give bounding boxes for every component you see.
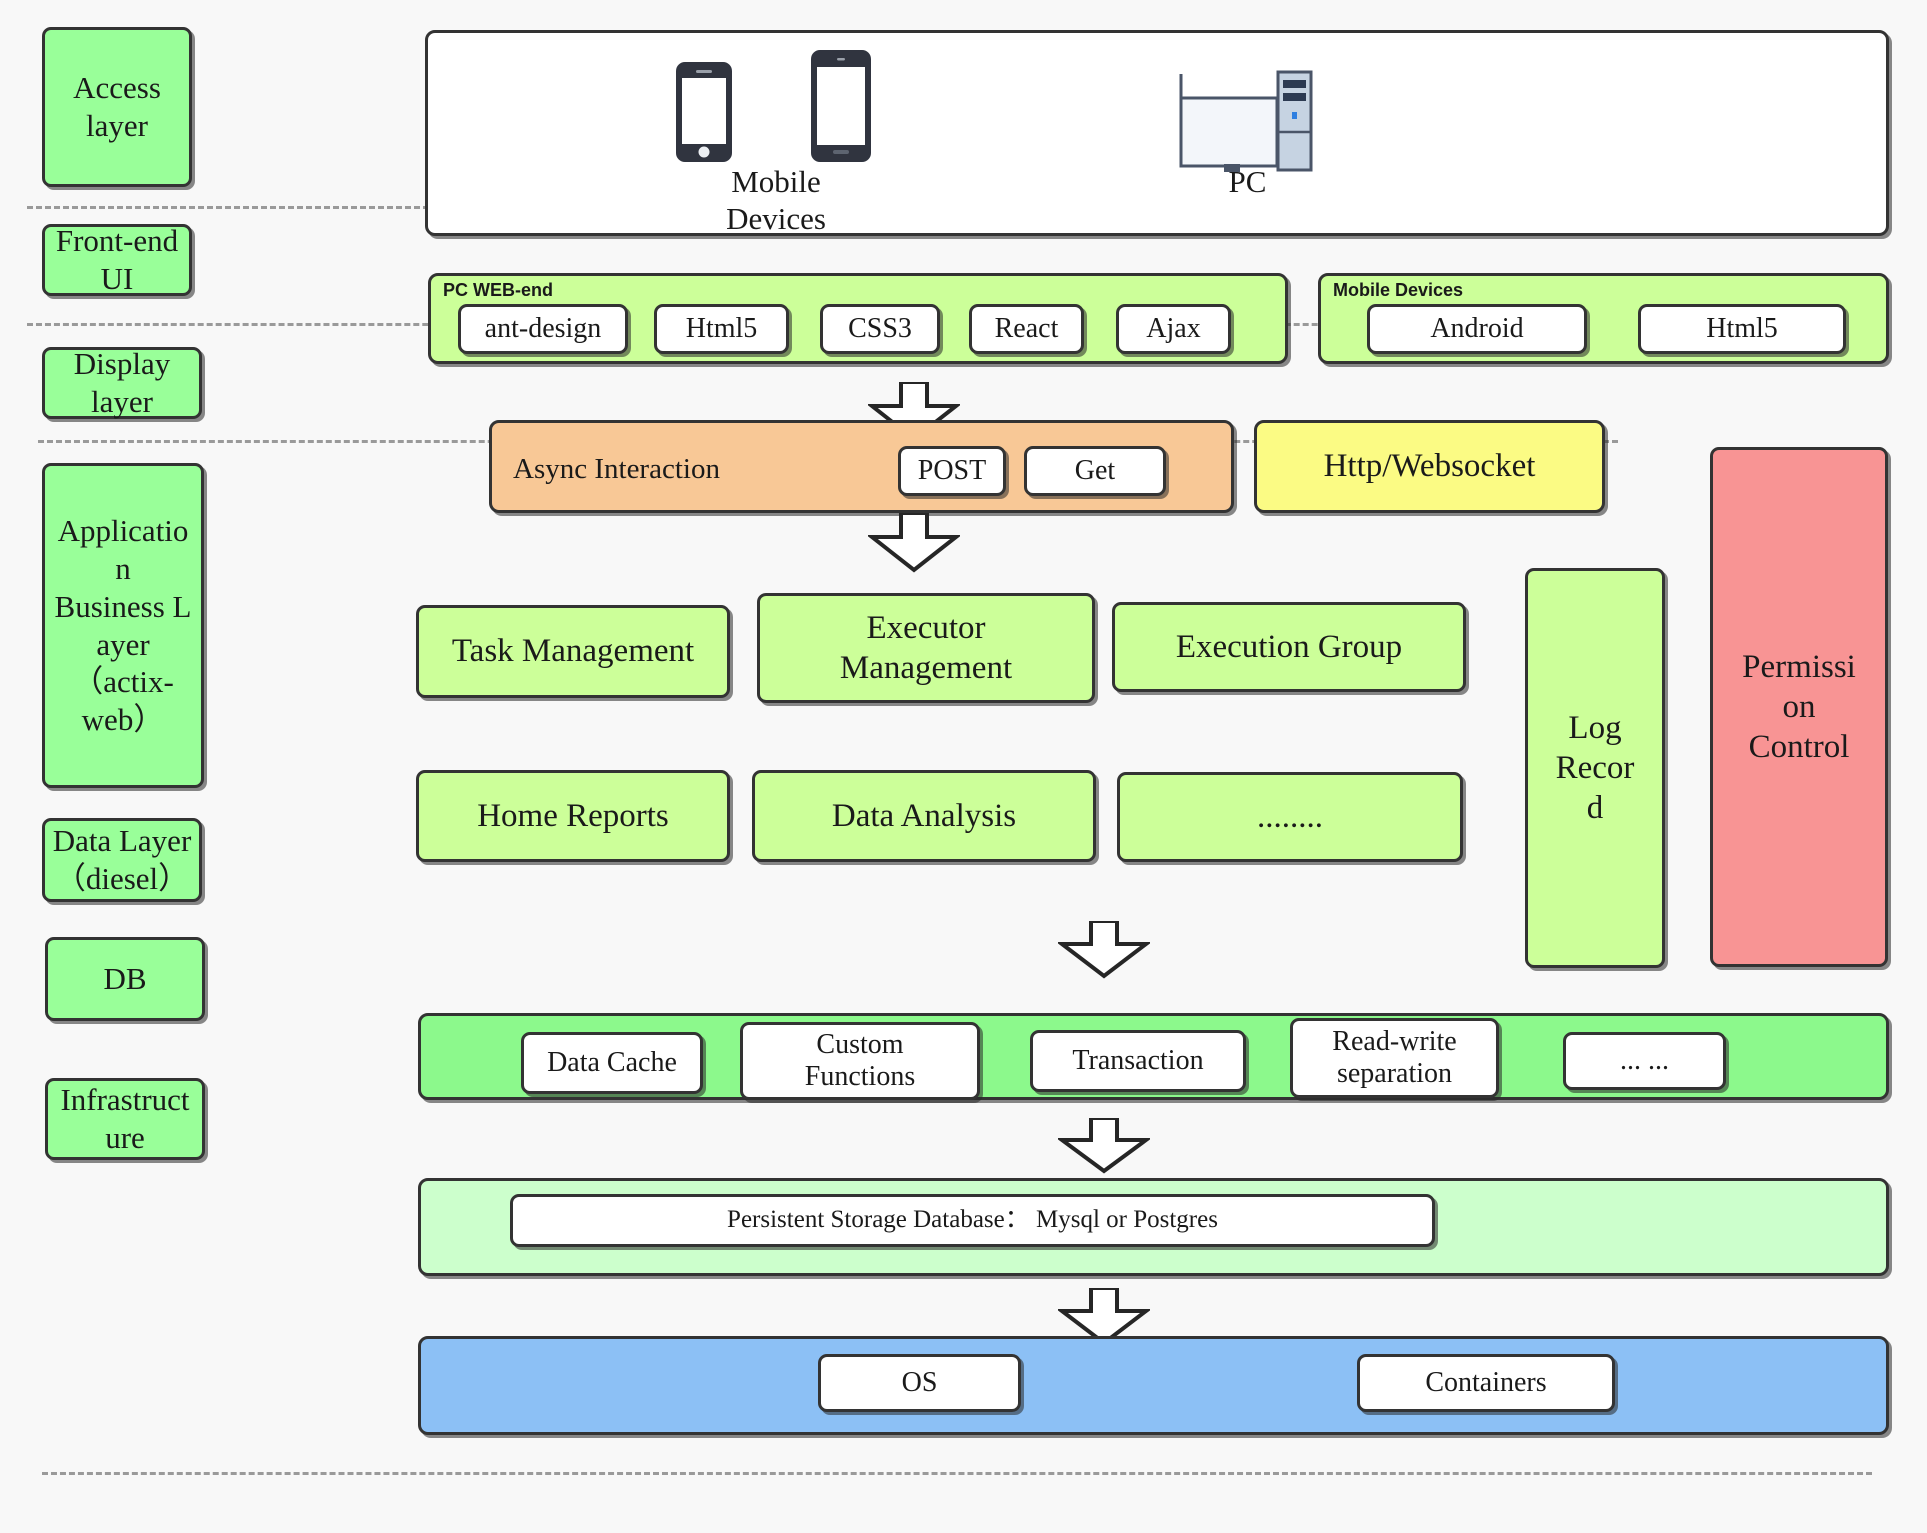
frontend-chip-ant-design[interactable]: ant-design [458,304,628,354]
layer-label-application-text: Applicatio n Business L ayer （actix- web… [54,513,192,738]
pc-web-end-group-title: PC WEB-end [443,280,553,301]
access-layer-panel [425,30,1889,236]
frontend-chip-react-label: React [994,312,1059,344]
arrow-application-to-data [1056,919,1152,984]
business-box-more-label: ........ [1257,798,1323,835]
frontend-chip-css3-label: CSS3 [848,312,912,344]
mobile-tablet-icon [811,50,871,167]
http-method-post-label: POST [917,454,987,486]
log-record-box-label: Log Recor d [1555,709,1635,827]
business-box-executor-management-label: Executor Management [839,609,1013,686]
business-box-task-management[interactable]: Task Management [416,605,730,698]
divider-bottom [42,1472,1872,1475]
frontend-chip-ajax-label: Ajax [1146,312,1201,344]
layer-label-display-text: Display layer [73,346,171,419]
mobile-phone-icon [676,62,732,167]
async-interaction-label-text: Async Interaction [513,453,720,485]
data-layer-chip-more-label: ... ... [1620,1044,1669,1076]
infrastructure-chip-containers[interactable]: Containers [1357,1354,1615,1412]
layer-label-data: Data Layer （diesel） [42,818,202,902]
data-layer-chip-read-write-separation-label: Read-write separation [1332,1025,1457,1089]
mobile-devices-caption-text: Mobile Devices [726,164,826,237]
layer-label-db-text: DB [103,961,147,997]
frontend-chip-mobile-html5-label: Html5 [1706,312,1778,344]
data-layer-chip-custom-functions[interactable]: Custom Functions [740,1022,980,1100]
infrastructure-chip-os-label: OS [901,1366,938,1398]
data-layer-chip-data-cache[interactable]: Data Cache [521,1032,703,1094]
layer-label-access: Access layer [42,27,192,187]
layer-label-frontend: Front-end UI [42,223,192,296]
pc-web-end-group-title-text: PC WEB-end [443,280,553,300]
frontend-chip-mobile-html5[interactable]: Html5 [1638,304,1846,354]
frontend-chip-react[interactable]: React [969,304,1084,354]
http-method-get[interactable]: Get [1024,446,1166,496]
infrastructure-chip-containers-label: Containers [1425,1366,1547,1398]
data-layer-chip-custom-functions-label: Custom Functions [804,1028,916,1092]
infrastructure-chip-os[interactable]: OS [818,1354,1021,1412]
mobile-devices-group-title-text: Mobile Devices [1333,280,1464,300]
layer-label-db: DB [45,937,205,1021]
protocol-box-label: Http/Websocket [1323,448,1536,485]
business-box-executor-management[interactable]: Executor Management [757,593,1095,703]
layer-label-frontend-text: Front-end UI [55,223,179,296]
permission-control-box-label: Permissi on Control [1742,648,1856,766]
frontend-chip-ant-design-label: ant-design [484,312,602,344]
data-layer-chip-transaction[interactable]: Transaction [1030,1030,1246,1092]
protocol-box: Http/Websocket [1254,420,1605,513]
business-box-execution-group[interactable]: Execution Group [1112,602,1466,692]
permission-control-box[interactable]: Permissi on Control [1710,447,1888,967]
http-method-post[interactable]: POST [898,446,1006,496]
frontend-chip-css3[interactable]: CSS3 [820,304,940,354]
http-method-get-label: Get [1074,454,1116,486]
pc-caption-text: PC [1228,164,1267,199]
business-box-task-management-label: Task Management [451,633,695,670]
layer-label-infrastructure: Infrastruct ure [45,1078,205,1160]
data-layer-chip-more[interactable]: ... ... [1563,1032,1726,1090]
pc-icon [1178,60,1314,177]
data-layer-chip-read-write-separation[interactable]: Read-write separation [1290,1018,1499,1098]
frontend-chip-html5[interactable]: Html5 [654,304,789,354]
frontend-chip-html5-label: Html5 [685,312,758,344]
business-box-home-reports[interactable]: Home Reports [416,770,730,862]
frontend-chip-android-label: Android [1430,312,1524,344]
business-box-home-reports-label: Home Reports [477,797,669,834]
layer-label-data-text: Data Layer （diesel） [52,823,192,896]
layer-label-display: Display layer [42,346,202,419]
business-box-execution-group-label: Execution Group [1175,628,1403,665]
frontend-chip-ajax[interactable]: Ajax [1116,304,1231,354]
architecture-diagram: Access layer Front-end UI Display layer … [0,0,1927,1533]
business-box-more[interactable]: ........ [1117,772,1463,862]
business-box-data-analysis[interactable]: Data Analysis [752,770,1096,862]
infrastructure-panel [418,1336,1889,1435]
layer-label-access-text: Access layer [73,70,161,143]
db-database-box-label: Persistent Storage Database： Mysql or Po… [727,1206,1218,1234]
pc-caption: PC [1160,163,1335,200]
data-layer-chip-data-cache-label: Data Cache [547,1046,677,1078]
business-box-data-analysis-label: Data Analysis [831,797,1017,834]
layer-label-application: Applicatio n Business L ayer （actix- web… [42,463,204,788]
db-database-box[interactable]: Persistent Storage Database： Mysql or Po… [510,1194,1435,1247]
mobile-devices-group-title: Mobile Devices [1333,280,1463,301]
mobile-devices-caption: Mobile Devices [671,163,881,237]
log-record-box[interactable]: Log Recor d [1525,568,1665,968]
arrow-data-to-db [1055,1116,1153,1179]
data-layer-chip-transaction-label: Transaction [1072,1044,1204,1076]
layer-label-infrastructure-text: Infrastruct ure [60,1082,190,1155]
async-interaction-label: Async Interaction [513,453,720,486]
frontend-chip-android[interactable]: Android [1367,304,1587,354]
arrow-display-to-application [866,511,962,578]
